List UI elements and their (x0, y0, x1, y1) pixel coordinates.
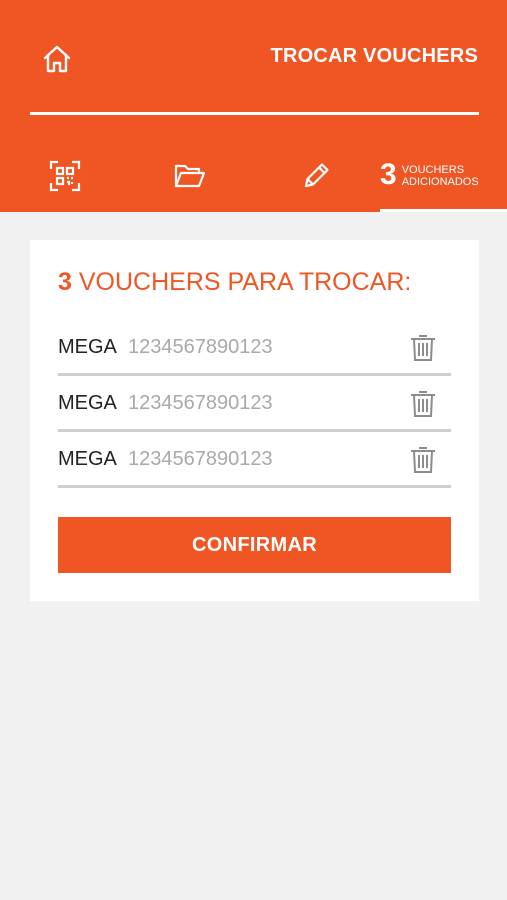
vouchers-added-label-line1: VOUCHERS (401, 164, 465, 176)
voucher-row: MEGA 1234567890123 (58, 320, 451, 376)
home-icon (43, 45, 71, 73)
voucher-brand: MEGA (58, 336, 117, 358)
voucher-row: MEGA 1234567890123 (58, 376, 451, 432)
app-header: TROCAR VOUCHERS 3 VOUCHERS ADICIONADOS (0, 0, 507, 212)
trash-icon (411, 447, 435, 473)
vouchers-added-count: 3 (380, 158, 397, 191)
voucher-code: 1234567890123 (128, 336, 273, 358)
active-tab-indicator (380, 209, 507, 212)
header-divider (30, 112, 479, 115)
vouchers-added-label: VOUCHERS ADICIONADOS (402, 158, 479, 188)
folder-open-icon (174, 164, 206, 188)
pencil-icon (304, 163, 329, 188)
delete-voucher-button[interactable] (409, 388, 437, 418)
voucher-brand: MEGA (58, 392, 117, 414)
trash-icon (411, 391, 435, 417)
trash-icon (411, 335, 435, 361)
delete-voucher-button[interactable] (409, 444, 437, 474)
tab-vouchers-added[interactable]: 3 VOUCHERS ADICIONADOS (380, 150, 507, 212)
delete-voucher-button[interactable] (409, 332, 437, 362)
qr-code-scan-icon (49, 160, 81, 192)
tab-scan-qr[interactable] (47, 156, 83, 196)
home-button[interactable] (40, 42, 74, 76)
tab-manual-entry[interactable] (298, 156, 334, 196)
page-title: TROCAR VOUCHERS (270, 45, 478, 67)
vouchers-added-label-line2: ADICIONADOS (401, 176, 479, 188)
confirm-button[interactable]: CONFIRMAR (58, 517, 451, 573)
voucher-code: 1234567890123 (128, 392, 273, 414)
card-title: 3 VOUCHERS PARA TROCAR: (58, 266, 411, 298)
card-title-text: VOUCHERS PARA TROCAR: (78, 268, 412, 296)
vouchers-card: 3 VOUCHERS PARA TROCAR: MEGA 12345678901… (30, 240, 479, 601)
voucher-row: MEGA 1234567890123 (58, 432, 451, 488)
voucher-brand: MEGA (58, 448, 117, 470)
voucher-code: 1234567890123 (128, 448, 273, 470)
tab-folder[interactable] (172, 156, 208, 196)
card-title-count: 3 (58, 268, 72, 296)
